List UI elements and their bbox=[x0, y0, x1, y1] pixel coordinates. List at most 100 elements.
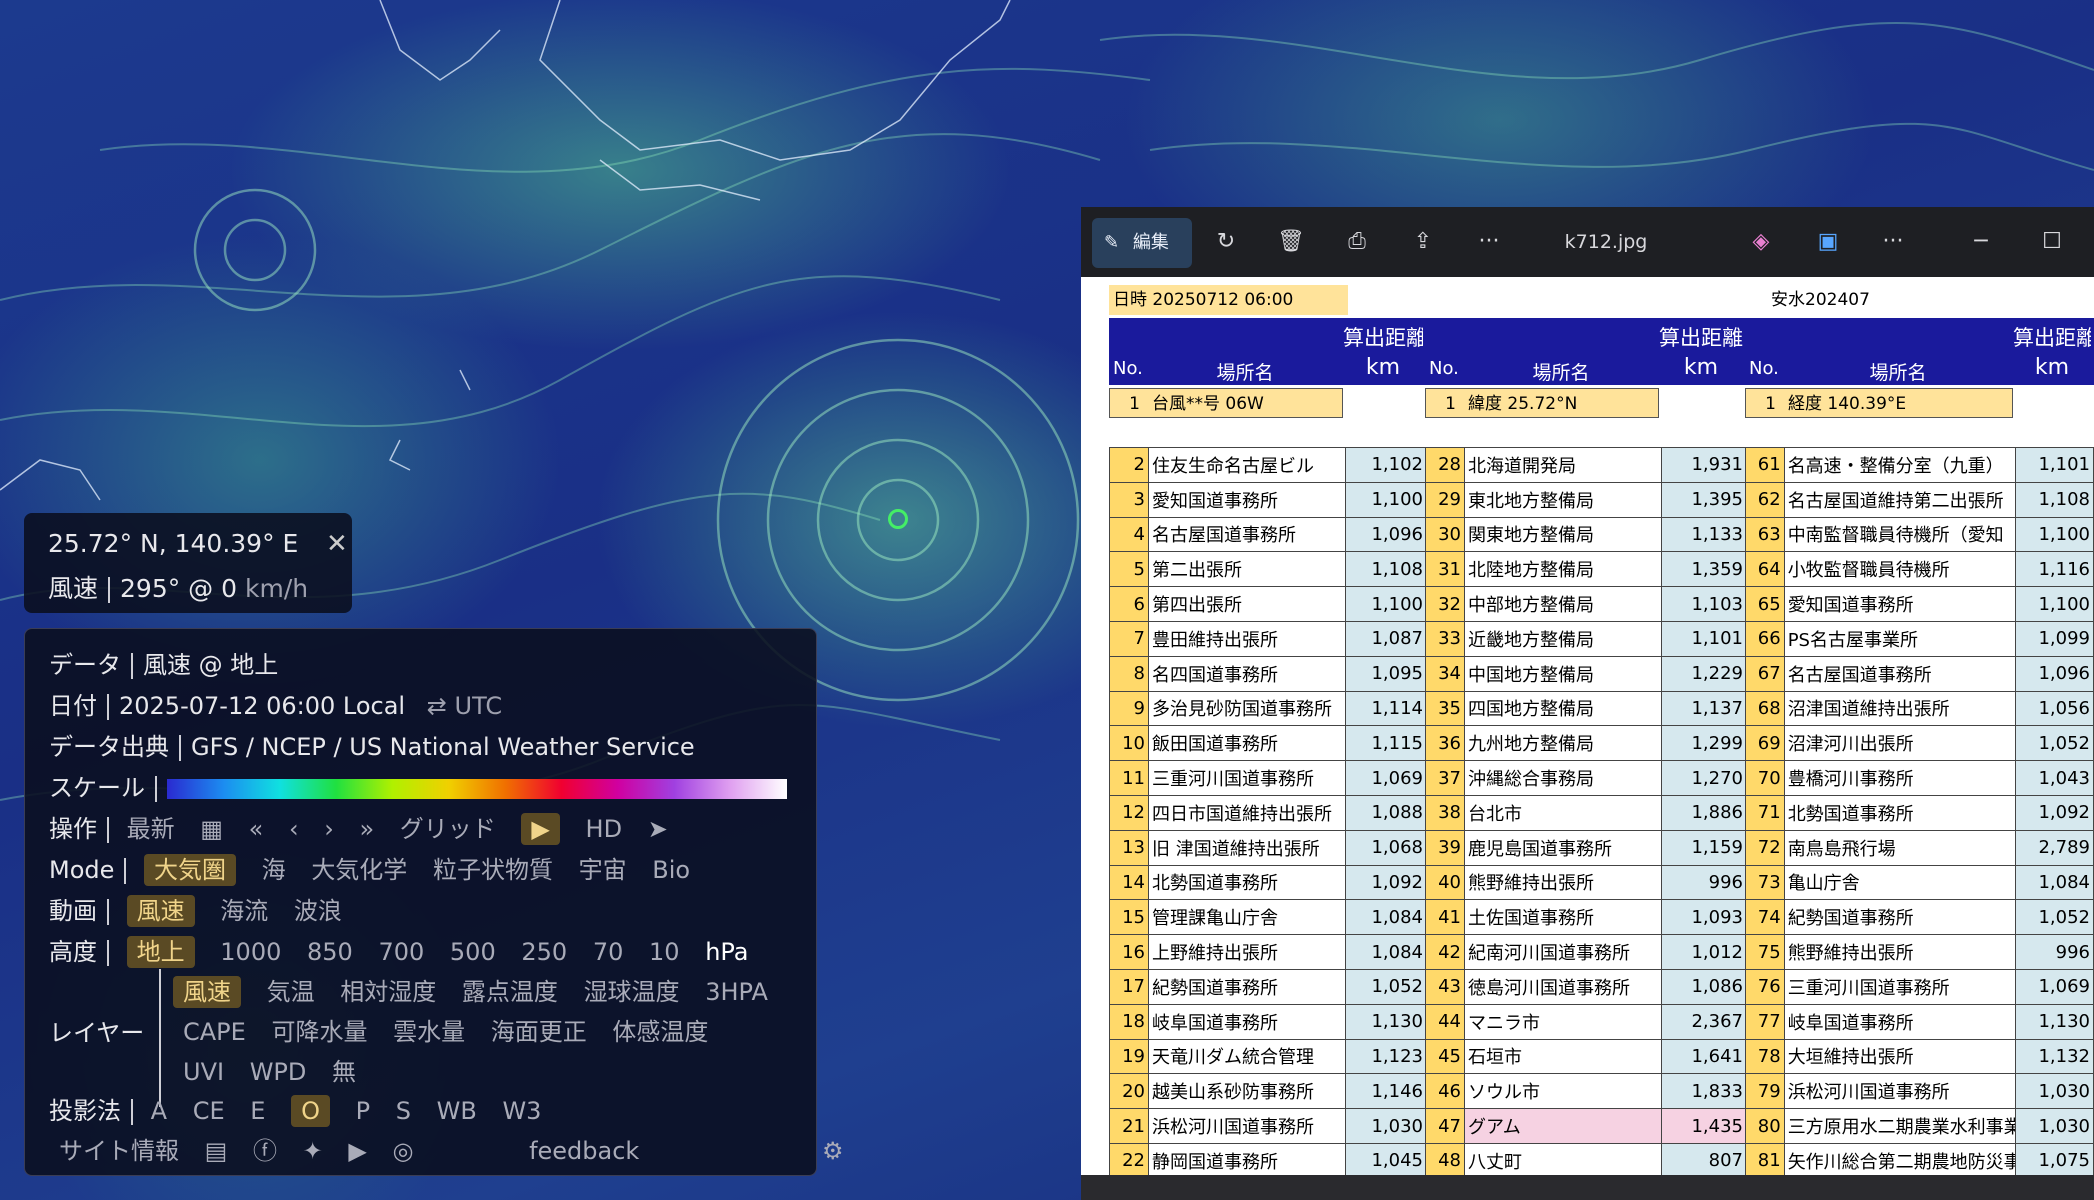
layer-option[interactable]: 可降水量 bbox=[271, 1018, 367, 1046]
edit-button[interactable]: ✎ 編集 bbox=[1092, 218, 1192, 268]
minimize-icon[interactable]: ─ bbox=[1961, 207, 2001, 277]
height-unit[interactable]: hPa bbox=[705, 938, 748, 966]
mode-option[interactable]: 海 bbox=[262, 856, 286, 884]
menu-layer-row-2: CAPE 可降水量 雲水量 海面更正 体感温度 bbox=[183, 1012, 726, 1047]
mode-option[interactable]: 大気化学 bbox=[311, 856, 407, 884]
book-icon[interactable]: ▤ bbox=[205, 1137, 228, 1165]
anim-option[interactable]: 波浪 bbox=[294, 897, 342, 925]
layer-option[interactable]: CAPE bbox=[183, 1018, 246, 1046]
coordinate-panel: 25.72° N, 140.39° E ✕ 風速 295° @ 0 km/h bbox=[24, 513, 352, 613]
height-option[interactable]: 1000 bbox=[220, 938, 281, 966]
layer-option[interactable]: 無 bbox=[332, 1058, 356, 1086]
grid-toggle[interactable]: グリッド bbox=[400, 815, 496, 843]
height-option[interactable]: 850 bbox=[307, 938, 353, 966]
butterfly-icon[interactable]: ✦ bbox=[303, 1137, 323, 1165]
anim-option[interactable]: 海流 bbox=[220, 897, 268, 925]
step-forward-icon[interactable]: › bbox=[324, 815, 334, 843]
close-icon[interactable]: ✕ bbox=[326, 529, 348, 559]
date-value[interactable]: 2025-07-12 06:00 Local bbox=[119, 692, 405, 720]
row-place: 中部地方整備局 bbox=[1464, 586, 1662, 622]
layer-option[interactable]: 体感温度 bbox=[612, 1018, 708, 1046]
height-option[interactable]: 地上 bbox=[126, 936, 195, 968]
info-text: 緯度 25.72°N bbox=[1468, 394, 1578, 414]
menu-date-row: 日付 2025-07-12 06:00 Local ⇄ UTC bbox=[49, 686, 502, 721]
rotate-icon[interactable]: ↻ bbox=[1206, 207, 1246, 277]
layer-option[interactable]: UVI bbox=[183, 1058, 224, 1086]
locate-icon[interactable]: ➤ bbox=[648, 815, 668, 843]
table-row: 67 名古屋国道事務所 1,096 bbox=[1745, 655, 2094, 692]
facebook-icon[interactable]: ⓕ bbox=[253, 1137, 277, 1165]
more-icon[interactable]: ··· bbox=[1469, 207, 1509, 277]
row-distance: 1,045 bbox=[1345, 1142, 1427, 1179]
height-option[interactable]: 700 bbox=[378, 938, 424, 966]
designer-icon[interactable]: ▣ bbox=[1808, 207, 1848, 277]
row-no: 77 bbox=[1745, 1003, 1785, 1040]
row-distance: 1,931 bbox=[1661, 447, 1747, 483]
layer-option[interactable]: 気温 bbox=[267, 978, 315, 1006]
share-icon[interactable]: ⇪ bbox=[1403, 207, 1443, 277]
more-options-icon[interactable]: ··· bbox=[1873, 207, 1913, 277]
source-value[interactable]: GFS / NCEP / US National Weather Service bbox=[191, 733, 695, 761]
layer-option[interactable]: 風速 bbox=[173, 976, 241, 1008]
location-marker-icon[interactable] bbox=[888, 509, 908, 529]
settings-gear-icon[interactable]: ⚙ bbox=[822, 1137, 844, 1165]
height-option[interactable]: 10 bbox=[649, 938, 680, 966]
swap-icon[interactable]: ⇄ bbox=[427, 692, 447, 720]
layer-option[interactable]: 湿球温度 bbox=[584, 978, 680, 1006]
color-scale-bar[interactable] bbox=[167, 779, 787, 799]
row-no: 70 bbox=[1745, 760, 1785, 796]
row-no: 20 bbox=[1109, 1073, 1149, 1110]
play-icon[interactable]: ▶ bbox=[521, 813, 560, 845]
step-back-fast-icon[interactable]: « bbox=[249, 815, 264, 843]
maximize-icon[interactable]: ☐ bbox=[2032, 207, 2072, 277]
layer-option[interactable]: 露点温度 bbox=[462, 978, 558, 1006]
feedback-link[interactable]: feedback bbox=[529, 1137, 639, 1165]
step-back-icon[interactable]: ‹ bbox=[289, 815, 299, 843]
height-option[interactable]: 250 bbox=[521, 938, 567, 966]
table-row: 4 名古屋国道事務所 1,096 bbox=[1109, 516, 1427, 553]
print-icon[interactable]: ⎙ bbox=[1337, 207, 1377, 277]
mode-option[interactable]: Bio bbox=[652, 856, 690, 884]
copilot-icon[interactable]: ◈ bbox=[1741, 207, 1781, 277]
row-no: 71 bbox=[1745, 794, 1785, 831]
height-option[interactable]: 500 bbox=[450, 938, 496, 966]
projection-option[interactable]: E bbox=[250, 1097, 265, 1125]
row-distance: 1,359 bbox=[1661, 551, 1747, 588]
delete-icon[interactable]: 🗑 bbox=[1271, 207, 1311, 277]
table-row: 35 四国地方整備局 1,137 bbox=[1425, 690, 1747, 727]
projection-option[interactable]: A bbox=[151, 1097, 167, 1125]
youtube-icon[interactable]: ▶ bbox=[348, 1137, 366, 1165]
site-info-link[interactable]: サイト情報 bbox=[59, 1137, 179, 1165]
scale-label: スケール bbox=[49, 774, 145, 802]
latest-button[interactable]: 最新 bbox=[127, 815, 175, 843]
menu-height-row: 高度 地上 1000 850 700 500 250 70 10 hPa bbox=[49, 932, 749, 968]
mode-option[interactable]: 宇宙 bbox=[579, 856, 627, 884]
step-forward-fast-icon[interactable]: » bbox=[359, 815, 374, 843]
projection-option[interactable]: W3 bbox=[502, 1097, 541, 1125]
row-distance: 1,086 bbox=[1661, 968, 1747, 1005]
mode-option[interactable]: 大気圏 bbox=[144, 854, 237, 886]
layer-option[interactable]: 相対湿度 bbox=[340, 978, 436, 1006]
projection-option[interactable]: O bbox=[291, 1095, 330, 1127]
layer-option[interactable]: WPD bbox=[250, 1058, 307, 1086]
height-option[interactable]: 70 bbox=[593, 938, 624, 966]
projection-option[interactable]: WB bbox=[437, 1097, 477, 1125]
height-label: 高度 bbox=[49, 938, 97, 966]
hd-toggle[interactable]: HD bbox=[586, 815, 623, 843]
layer-option[interactable]: 3HPA bbox=[705, 978, 768, 1006]
row-distance: 1,886 bbox=[1661, 794, 1747, 831]
projection-option[interactable]: S bbox=[396, 1097, 411, 1125]
layer-option[interactable]: 雲水量 bbox=[393, 1018, 465, 1046]
projection-option[interactable]: CE bbox=[193, 1097, 225, 1125]
row-distance: 1,101 bbox=[2014, 447, 2094, 483]
layer-option[interactable]: 海面更正 bbox=[491, 1018, 587, 1046]
calendar-icon[interactable]: ▦ bbox=[200, 815, 223, 843]
mode-option[interactable]: 粒子状物質 bbox=[433, 856, 553, 884]
row-distance: 1,092 bbox=[2014, 794, 2094, 831]
projection-option[interactable]: P bbox=[356, 1097, 370, 1125]
anim-option[interactable]: 風速 bbox=[126, 895, 195, 927]
header-place: 場所名 bbox=[1869, 362, 1927, 384]
instagram-icon[interactable]: ◎ bbox=[392, 1137, 413, 1165]
utc-toggle[interactable]: UTC bbox=[455, 692, 503, 720]
row-no: 14 bbox=[1109, 864, 1149, 901]
